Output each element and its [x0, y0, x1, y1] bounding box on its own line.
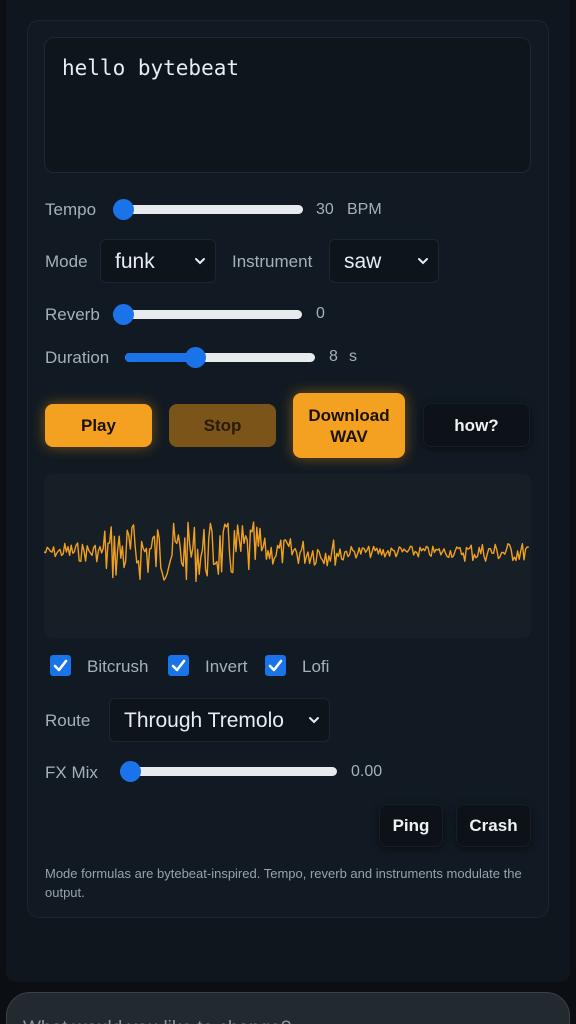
fxmix-slider[interactable]	[120, 761, 337, 782]
fxmix-slider-thumb[interactable]	[120, 761, 141, 782]
route-label: Route	[45, 711, 91, 730]
lofi-checkbox[interactable]	[265, 655, 286, 676]
check-icon	[268, 659, 283, 672]
bitcrush-checkbox[interactable]	[50, 655, 71, 676]
fxmix-value: 0.00	[351, 763, 383, 780]
reverb-label: Reverb	[45, 305, 100, 324]
chevron-down-icon	[195, 258, 205, 265]
waveform-svg	[43, 521, 529, 583]
waveform-display	[43, 474, 531, 638]
invert-label: Invert	[205, 657, 248, 676]
chevron-down-icon	[309, 717, 319, 724]
crash-button[interactable]: Crash	[456, 804, 531, 847]
route-select-value: Through Tremolo	[124, 709, 284, 732]
instrument-label: Instrument	[232, 252, 313, 271]
tempo-slider[interactable]	[113, 199, 303, 220]
duration-slider-thumb[interactable]	[184, 347, 206, 368]
bitcrush-label: Bitcrush	[87, 657, 149, 676]
instrument-select[interactable]: saw	[329, 239, 439, 283]
tempo-unit: BPM	[347, 201, 382, 218]
duration-unit: s	[349, 348, 357, 365]
lofi-label: Lofi	[302, 657, 330, 676]
chevron-down-icon	[418, 258, 428, 265]
tempo-value: 30	[316, 201, 334, 218]
reverb-slider[interactable]	[113, 304, 302, 325]
duration-slider[interactable]	[125, 347, 315, 368]
tempo-slider-thumb[interactable]	[113, 199, 134, 220]
check-icon	[53, 659, 68, 672]
check-icon	[171, 659, 186, 672]
mode-label: Mode	[45, 252, 88, 271]
mode-select-value: funk	[115, 250, 155, 273]
how-button[interactable]: how?	[423, 403, 530, 447]
duration-value: 8	[329, 348, 338, 365]
mode-select[interactable]: funk	[100, 239, 216, 283]
prompt-input[interactable]: What would you like to change?	[6, 992, 570, 1024]
route-select[interactable]: Through Tremolo	[109, 698, 330, 742]
code-editor[interactable]: hello bytebeat	[44, 37, 531, 173]
play-button[interactable]: Play	[45, 404, 152, 447]
info-note: Mode formulas are bytebeat-inspired. Tem…	[45, 866, 522, 900]
invert-checkbox[interactable]	[168, 655, 189, 676]
waveform-line	[43, 521, 529, 583]
duration-label: Duration	[45, 348, 110, 367]
tempo-label: Tempo	[45, 200, 97, 219]
fxmix-label: FX Mix	[45, 763, 98, 782]
ping-button[interactable]: Ping	[379, 804, 443, 847]
stop-button[interactable]: Stop	[169, 404, 276, 447]
reverb-slider-thumb[interactable]	[113, 304, 134, 325]
download-wav-button[interactable]: Download WAV	[293, 393, 405, 458]
reverb-value: 0	[316, 305, 325, 322]
instrument-select-value: saw	[344, 250, 382, 273]
